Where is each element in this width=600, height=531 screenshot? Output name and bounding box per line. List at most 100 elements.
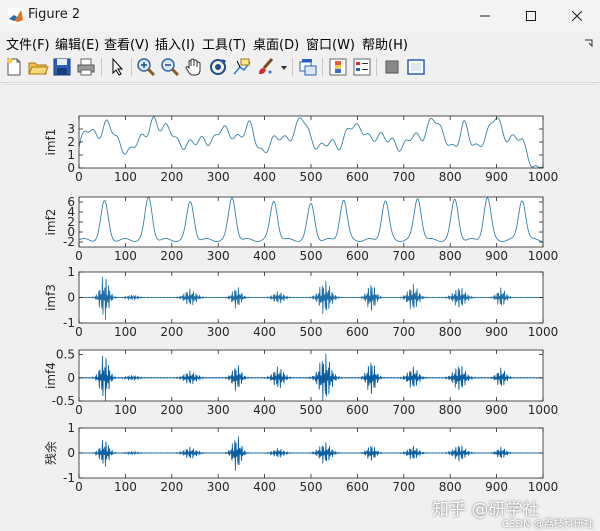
zoom-in-icon	[137, 58, 156, 77]
minimize-icon	[480, 15, 490, 17]
menu-view[interactable]: 查看(V)	[104, 34, 149, 53]
y-axis-label: imf1	[44, 129, 58, 156]
x-tick-label: 400	[253, 170, 276, 184]
x-tick-label: 500	[300, 170, 323, 184]
axes-background	[79, 116, 543, 168]
x-tick-label: 100	[114, 480, 137, 494]
menu-tools[interactable]: 工具(T)	[202, 34, 246, 53]
x-tick-label: 600	[346, 170, 369, 184]
x-tick-label: 800	[439, 403, 462, 417]
close-icon	[572, 11, 582, 21]
toolbar-separator	[376, 58, 377, 76]
open-button[interactable]	[27, 56, 49, 78]
pan-hand-icon	[185, 58, 201, 76]
brush-button[interactable]	[255, 56, 277, 78]
x-tick-label: 800	[439, 325, 462, 339]
watermark-sub: CSDN @荔枝科研社	[502, 519, 594, 530]
x-tick-label: 1000	[528, 480, 559, 494]
menu-help[interactable]: 帮助(H)	[362, 34, 408, 53]
y-tick-label: 3	[67, 122, 75, 136]
rotate-button[interactable]	[207, 56, 229, 78]
x-tick-label: 0	[75, 480, 83, 494]
x-tick-label: 0	[75, 249, 83, 263]
y-tick-label: 6	[67, 195, 75, 209]
toolbar-separator	[322, 58, 323, 76]
maximize-button[interactable]	[508, 0, 554, 32]
colorbar-button[interactable]	[327, 56, 349, 78]
x-tick-label: 500	[300, 480, 323, 494]
pan-button[interactable]	[183, 56, 205, 78]
x-tick-label: 700	[392, 403, 415, 417]
new-file-button[interactable]	[3, 56, 25, 78]
y-tick-label: 0	[67, 291, 75, 305]
x-tick-label: 200	[160, 325, 183, 339]
x-tick-label: 900	[485, 249, 508, 263]
x-tick-label: 700	[392, 249, 415, 263]
show-plot-tools-button[interactable]	[405, 56, 427, 78]
link-plot-button[interactable]	[297, 56, 319, 78]
figure-canvas: 0 100 200 300 400 500 600 700 800 900 1000 0 1 2 3 imf1…	[2, 84, 598, 530]
y-tick-label: -1	[63, 316, 75, 330]
hide-plot-tools-button[interactable]	[381, 56, 403, 78]
x-tick-label: 300	[207, 480, 230, 494]
y-axis-label: imf3	[44, 284, 58, 311]
x-tick-label: 900	[485, 170, 508, 184]
x-tick-label: 200	[160, 403, 183, 417]
menu-file[interactable]: 文件(F)	[6, 34, 50, 53]
y-tick-label: 1	[67, 148, 75, 162]
x-tick-label: 300	[207, 249, 230, 263]
dock-arrow-icon[interactable]	[584, 38, 594, 48]
x-tick-label: 500	[300, 325, 323, 339]
y-axis-label: imf2	[44, 209, 58, 236]
y-tick-label: 0	[67, 161, 75, 175]
menu-desktop[interactable]: 桌面(D)	[253, 34, 299, 53]
colorbar-icon	[329, 58, 347, 76]
menu-edit[interactable]: 编辑(E)	[55, 34, 99, 53]
x-tick-label: 1000	[528, 325, 559, 339]
print-button[interactable]	[75, 56, 97, 78]
y-tick-label: 1	[67, 421, 75, 435]
rotate-3d-icon	[210, 59, 227, 75]
x-tick-label: 600	[346, 403, 369, 417]
print-icon	[77, 58, 95, 76]
axes-background	[79, 350, 543, 401]
x-tick-label: 200	[160, 249, 183, 263]
x-tick-label: 800	[439, 170, 462, 184]
zoom-out-button[interactable]	[159, 56, 181, 78]
save-button[interactable]	[51, 56, 73, 78]
menu-insert[interactable]: 插入(I)	[155, 34, 195, 53]
data-cursor-button[interactable]	[231, 56, 253, 78]
menu-window[interactable]: 窗口(W)	[306, 34, 355, 53]
x-tick-label: 900	[485, 403, 508, 417]
legend-button[interactable]	[351, 56, 373, 78]
maximize-icon	[526, 11, 536, 21]
x-tick-label: 100	[114, 249, 137, 263]
y-tick-label: 0	[67, 446, 75, 460]
x-tick-label: 600	[346, 480, 369, 494]
toolbar-separator	[292, 58, 293, 76]
toolbar-separator	[131, 58, 132, 76]
open-folder-icon	[28, 62, 49, 75]
x-tick-label: 0	[75, 170, 83, 184]
brush-dropdown-button[interactable]	[279, 56, 289, 78]
save-icon	[53, 58, 71, 76]
x-tick-label: 100	[114, 325, 137, 339]
y-tick-label: -1	[63, 471, 75, 485]
x-tick-label: 100	[114, 403, 137, 417]
plots-canvas: 0 100 200 300 400 500 600 700 800 900 10000123imf1…	[43, 115, 559, 494]
x-tick-label: 200	[160, 170, 183, 184]
menu-bar: 文件(F) 编辑(E) 查看(V) 插入(I) 工具(T) 桌面(D) 窗口(W…	[0, 32, 600, 53]
minimize-button[interactable]	[462, 0, 508, 32]
y-axis-label: 残余	[43, 441, 58, 465]
close-button[interactable]	[554, 0, 600, 32]
matlab-logo-icon	[8, 8, 24, 24]
x-tick-label: 400	[253, 325, 276, 339]
x-tick-label: 500	[300, 403, 323, 417]
toolbar-separator	[101, 58, 102, 76]
axes-background	[79, 197, 543, 247]
x-tick-label: 700	[392, 325, 415, 339]
edit-plot-button[interactable]	[106, 56, 128, 78]
zoom-in-button[interactable]	[135, 56, 157, 78]
y-tick-label: 0	[67, 371, 75, 385]
x-tick-label: 700	[392, 170, 415, 184]
